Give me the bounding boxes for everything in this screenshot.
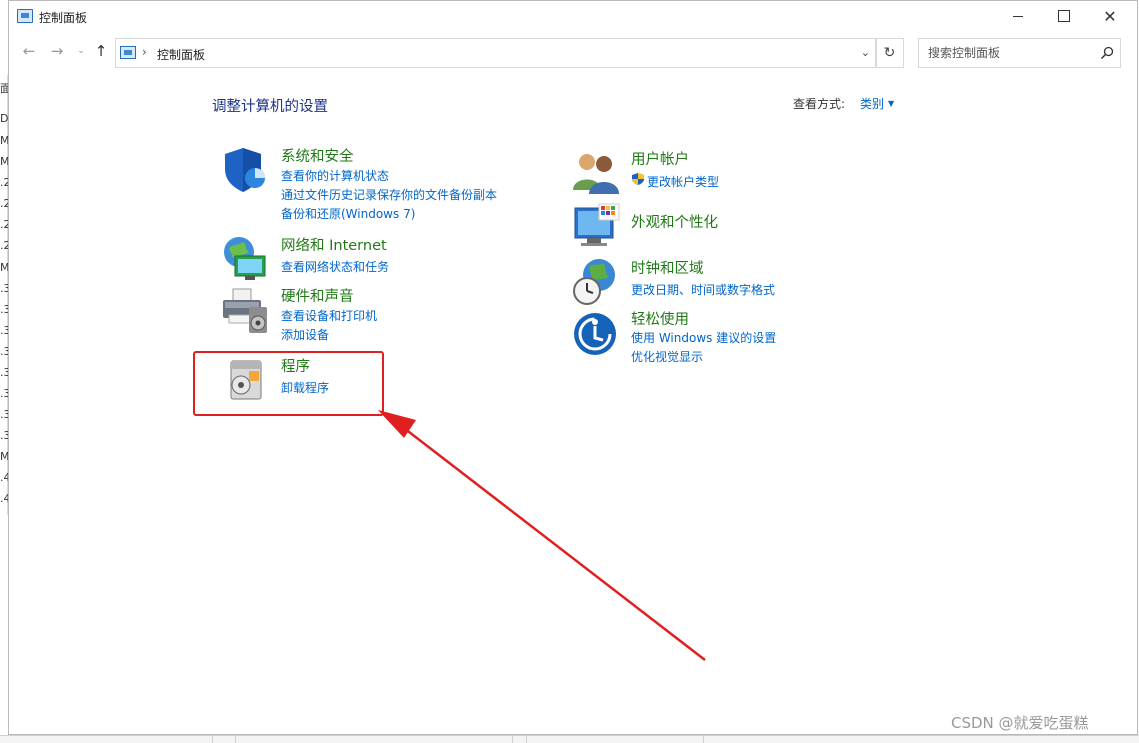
view-by-value: 类别 bbox=[860, 97, 885, 111]
category-title[interactable]: 网络和 Internet bbox=[281, 234, 387, 255]
category-system-security: 系统和安全 查看你的计算机状态 通过文件历史记录保存你的文件备份副本 备份和还原… bbox=[221, 145, 521, 225]
control-panel-icon bbox=[120, 46, 136, 59]
category-title[interactable]: 时钟和区域 bbox=[631, 257, 704, 278]
close-icon: ✕ bbox=[1103, 6, 1117, 26]
search-icon[interactable] bbox=[1100, 46, 1114, 60]
link-devices-printers[interactable]: 查看设备和打印机 bbox=[281, 307, 377, 324]
link-file-history-backup[interactable]: 通过文件历史记录保存你的文件备份副本 bbox=[281, 186, 497, 203]
breadcrumb-separator-icon[interactable]: › bbox=[142, 45, 147, 59]
view-by-label: 查看方式: bbox=[793, 97, 846, 111]
background-taskbar-strip bbox=[0, 735, 1139, 743]
category-user-accounts: 用户帐户 更改帐户类型 bbox=[571, 148, 831, 194]
category-title[interactable]: 轻松使用 bbox=[631, 308, 689, 329]
link-backup-restore[interactable]: 备份和还原(Windows 7) bbox=[281, 205, 415, 222]
chevron-down-icon: ⌄ bbox=[77, 46, 85, 56]
up-button[interactable]: ↑ bbox=[91, 41, 111, 61]
link-network-status[interactable]: 查看网络状态和任务 bbox=[281, 258, 389, 275]
category-title[interactable]: 外观和个性化 bbox=[631, 211, 718, 232]
refresh-icon: ↻ bbox=[883, 45, 896, 61]
chevron-down-icon: ⌄ bbox=[860, 46, 870, 59]
maximize-button[interactable] bbox=[1041, 1, 1087, 31]
network-icon[interactable] bbox=[221, 234, 271, 284]
link-view-computer-status[interactable]: 查看你的计算机状态 bbox=[281, 167, 389, 184]
background-window-edge: 面 DE M M .2 .2 .2 .2 M .3 .3 .3 .3 .3 .3… bbox=[0, 75, 15, 515]
category-hardware-sound: 硬件和声音 查看设备和打印机 添加设备 bbox=[221, 285, 521, 345]
uac-shield-icon bbox=[632, 173, 644, 185]
category-clock-region: 时钟和区域 更改日期、时间或数字格式 bbox=[571, 257, 831, 305]
ease-of-access-icon[interactable] bbox=[571, 308, 621, 358]
arrow-right-icon: → bbox=[50, 42, 64, 60]
arrow-left-icon: ← bbox=[22, 42, 36, 60]
search-input[interactable] bbox=[919, 39, 1094, 67]
category-appearance: 外观和个性化 bbox=[571, 202, 831, 252]
forward-button[interactable]: → bbox=[47, 41, 67, 61]
users-icon[interactable] bbox=[571, 148, 621, 198]
category-title[interactable]: 系统和安全 bbox=[281, 145, 354, 166]
link-change-date-time-format[interactable]: 更改日期、时间或数字格式 bbox=[631, 281, 775, 298]
close-button[interactable]: ✕ bbox=[1087, 1, 1133, 31]
category-title[interactable]: 用户帐户 bbox=[631, 148, 689, 169]
caret-down-icon: ▼ bbox=[888, 99, 895, 108]
category-network-internet: 网络和 Internet 查看网络状态和任务 bbox=[221, 234, 521, 280]
appearance-icon[interactable] bbox=[571, 202, 621, 252]
breadcrumb-control-panel[interactable]: 控制面板 bbox=[157, 46, 205, 63]
view-by-dropdown[interactable]: 类别 ▼ bbox=[860, 95, 894, 112]
link-add-device[interactable]: 添加设备 bbox=[281, 326, 329, 343]
shield-icon[interactable] bbox=[221, 145, 271, 195]
control-panel-icon bbox=[17, 9, 33, 23]
back-button[interactable]: ← bbox=[19, 41, 39, 61]
printer-icon[interactable] bbox=[221, 285, 271, 335]
address-bar[interactable]: › 控制面板 ⌄ bbox=[115, 38, 877, 68]
watermark: CSDN @就爱吃蛋糕 bbox=[951, 714, 1089, 732]
navigation-bar: ← → ⌄ ↑ › 控制面板 ⌄ ↻ bbox=[9, 35, 1137, 69]
clock-globe-icon[interactable] bbox=[571, 257, 621, 307]
category-ease-of-access: 轻松使用 使用 Windows 建议的设置 优化视觉显示 bbox=[571, 308, 831, 368]
link-optimize-visual-display[interactable]: 优化视觉显示 bbox=[631, 348, 703, 365]
arrow-up-icon: ↑ bbox=[94, 42, 108, 60]
highlight-box bbox=[193, 351, 384, 416]
refresh-button[interactable]: ↻ bbox=[875, 38, 904, 68]
address-dropdown-button[interactable]: ⌄ bbox=[861, 46, 870, 59]
title-bar: 控制面板 ✕ bbox=[9, 1, 1137, 33]
window-title: 控制面板 bbox=[39, 11, 88, 25]
minimize-button[interactable] bbox=[995, 1, 1041, 31]
link-change-account-type[interactable]: 更改帐户类型 bbox=[647, 173, 719, 190]
link-windows-recommended-settings[interactable]: 使用 Windows 建议的设置 bbox=[631, 329, 776, 346]
recent-locations-button[interactable]: ⌄ bbox=[71, 41, 91, 61]
search-box bbox=[918, 38, 1121, 68]
category-title[interactable]: 硬件和声音 bbox=[281, 285, 354, 306]
page-title: 调整计算机的设置 bbox=[212, 99, 328, 115]
